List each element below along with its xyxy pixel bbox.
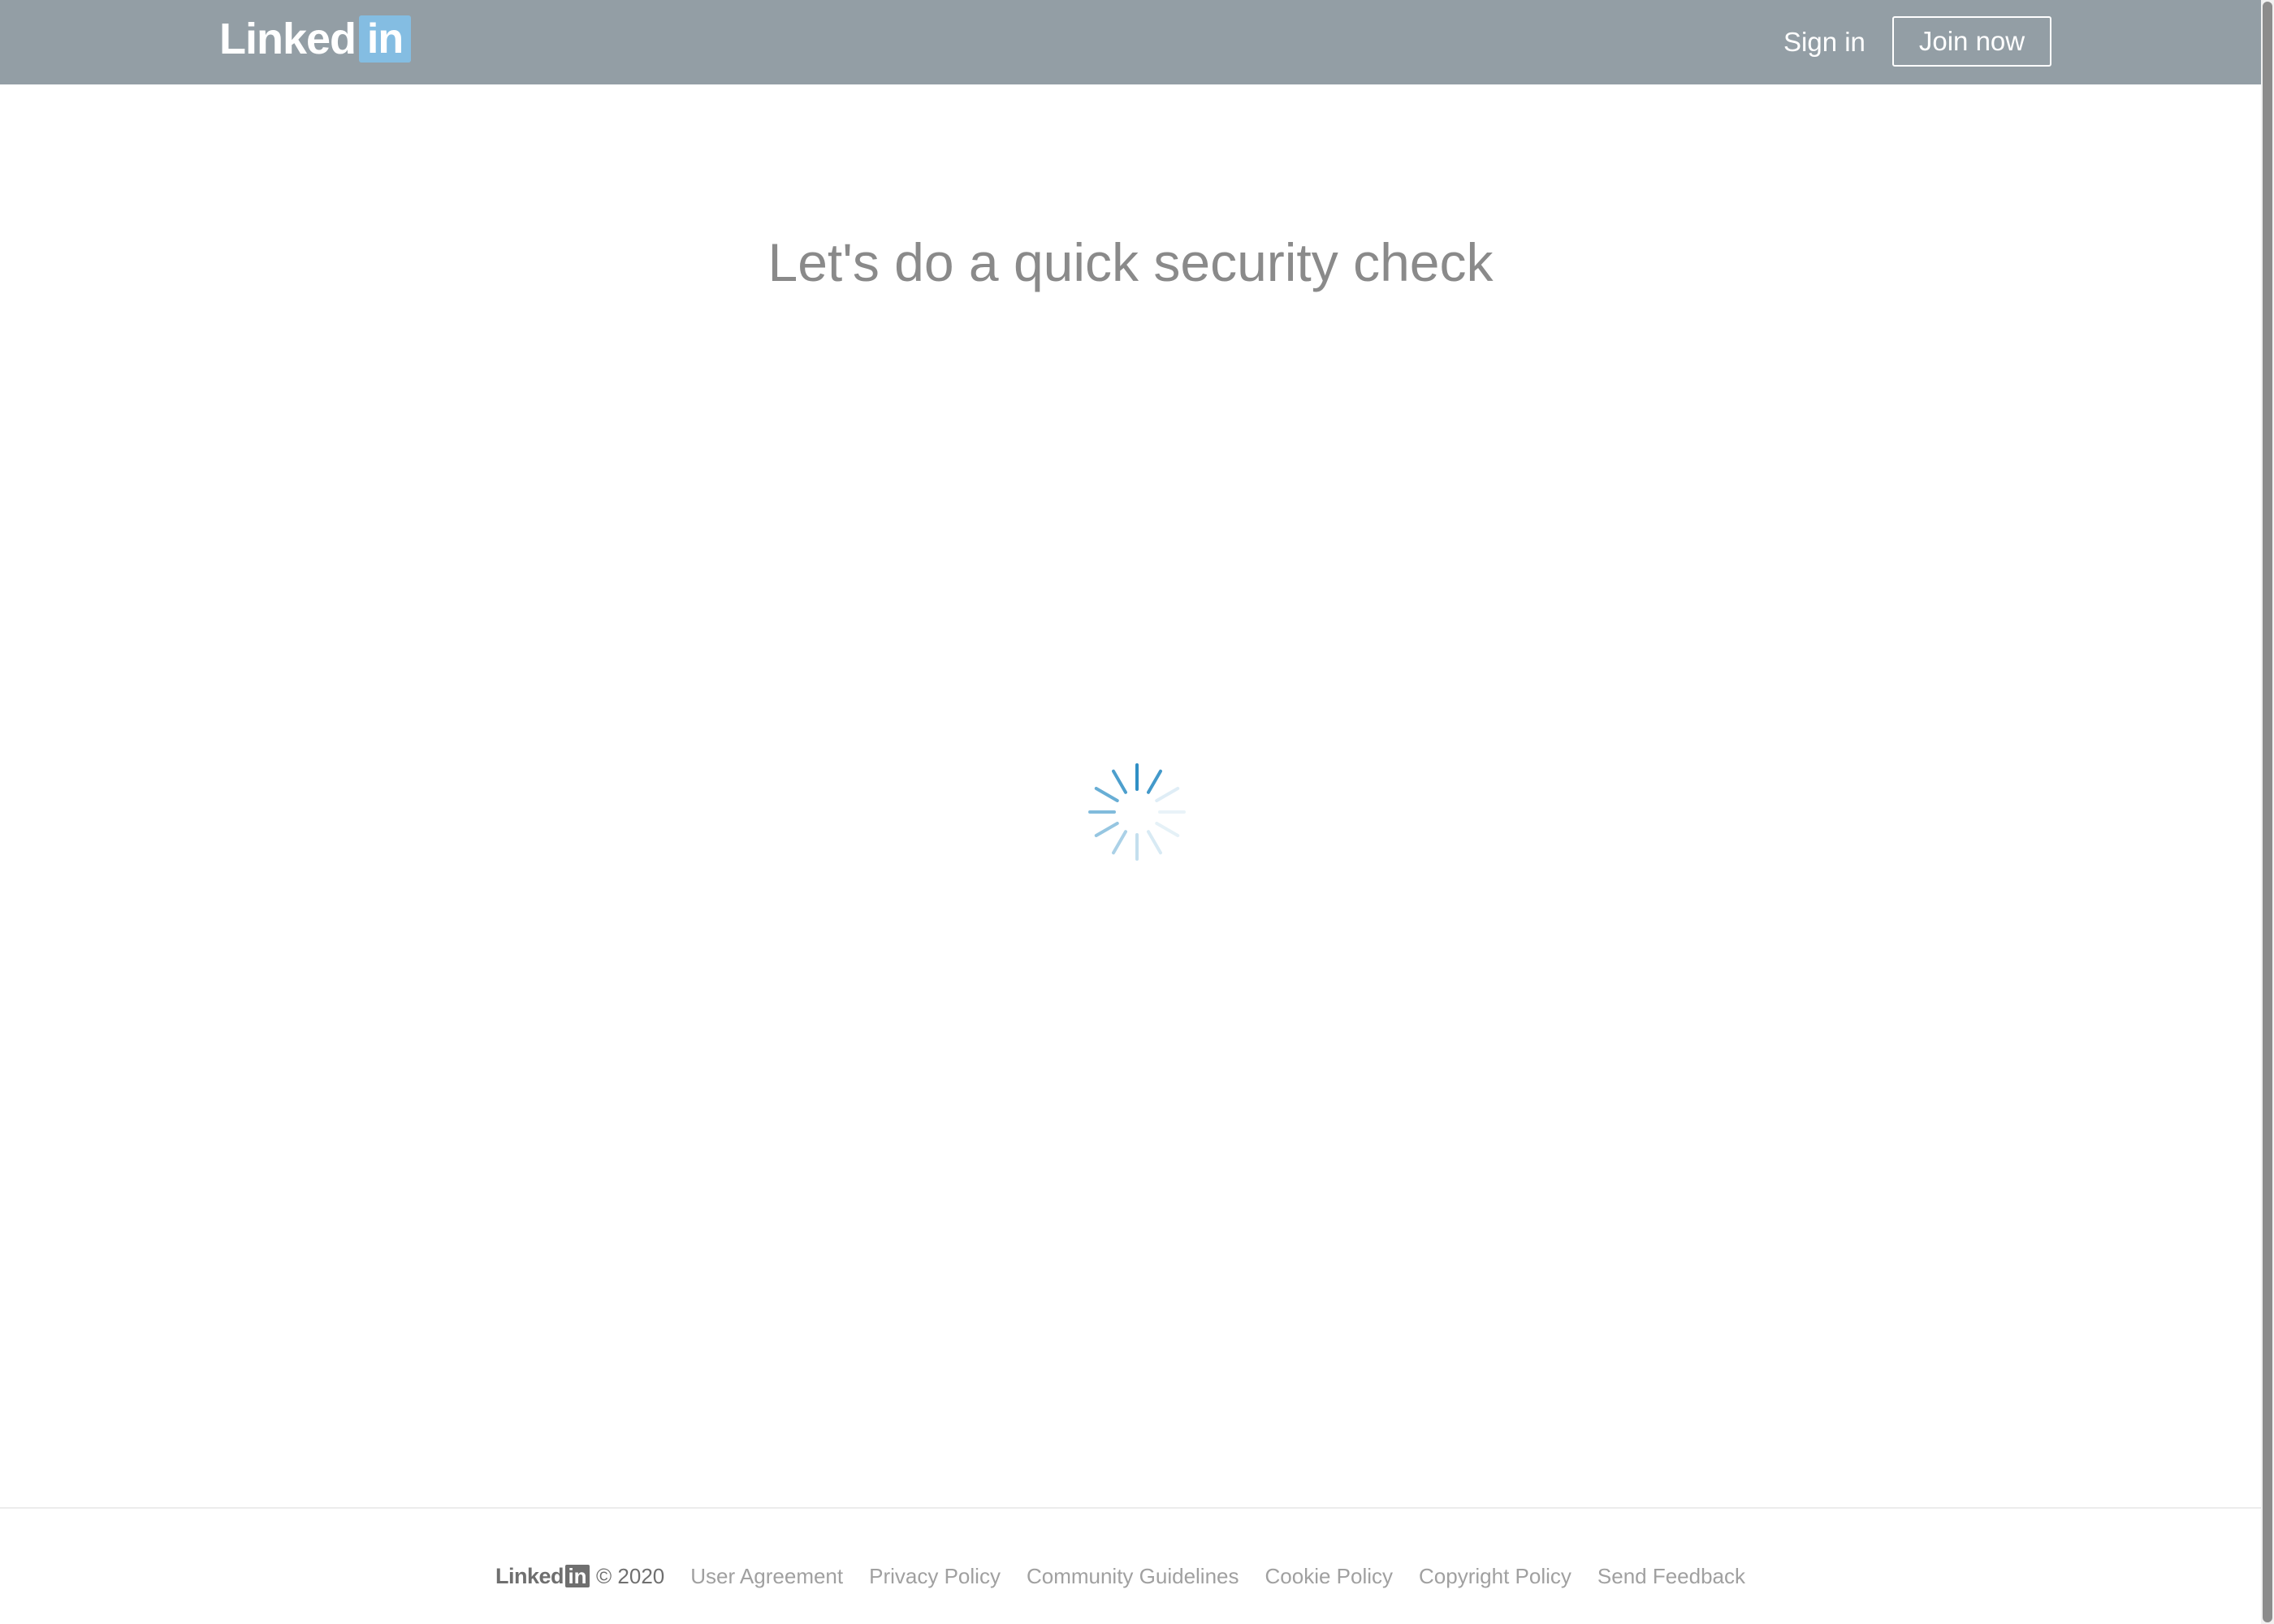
footer-logo-in-box: in [565, 1565, 590, 1587]
footer-link-send-feedback[interactable]: Send Feedback [1597, 1564, 1745, 1589]
page-footer: Linked in © 2020 User Agreement Privacy … [0, 1507, 2261, 1624]
footer-linkedin-logo[interactable]: Linked in [495, 1564, 590, 1589]
footer-link-community-guidelines[interactable]: Community Guidelines [1027, 1564, 1239, 1589]
spinner-spoke [1155, 787, 1180, 802]
page-title: Let's do a quick security check [767, 232, 1494, 292]
spinner-spoke [1112, 830, 1127, 855]
scrollbar-thumb[interactable] [2263, 2, 2272, 1622]
spinner-spoke [1112, 769, 1127, 794]
footer-logo-wordmark: Linked [495, 1563, 564, 1588]
spinner-spoke [1094, 787, 1119, 802]
spinner-spoke [1155, 822, 1180, 837]
footer-link-user-agreement[interactable]: User Agreement [690, 1564, 843, 1589]
spinner-spoke [1147, 769, 1162, 794]
spinner-spoke [1147, 830, 1162, 855]
sign-in-link[interactable]: Sign in [1783, 23, 1865, 62]
footer-link-copyright-policy[interactable]: Copyright Policy [1419, 1564, 1571, 1589]
linkedin-logo[interactable]: Linked in [219, 15, 412, 63]
logo-wordmark: Linked [219, 15, 357, 63]
footer-link-privacy-policy[interactable]: Privacy Policy [869, 1564, 1001, 1589]
footer-link-cookie-policy[interactable]: Cookie Policy [1265, 1564, 1394, 1589]
logo-in-box: in [359, 15, 412, 63]
top-navigation-bar: Linked in Sign in Join now [0, 0, 2261, 84]
join-now-button[interactable]: Join now [1892, 16, 2051, 67]
spinner-spoke [1094, 822, 1119, 837]
copyright-text: © 2020 [596, 1563, 665, 1588]
loading-spinner-icon [1088, 763, 1186, 861]
